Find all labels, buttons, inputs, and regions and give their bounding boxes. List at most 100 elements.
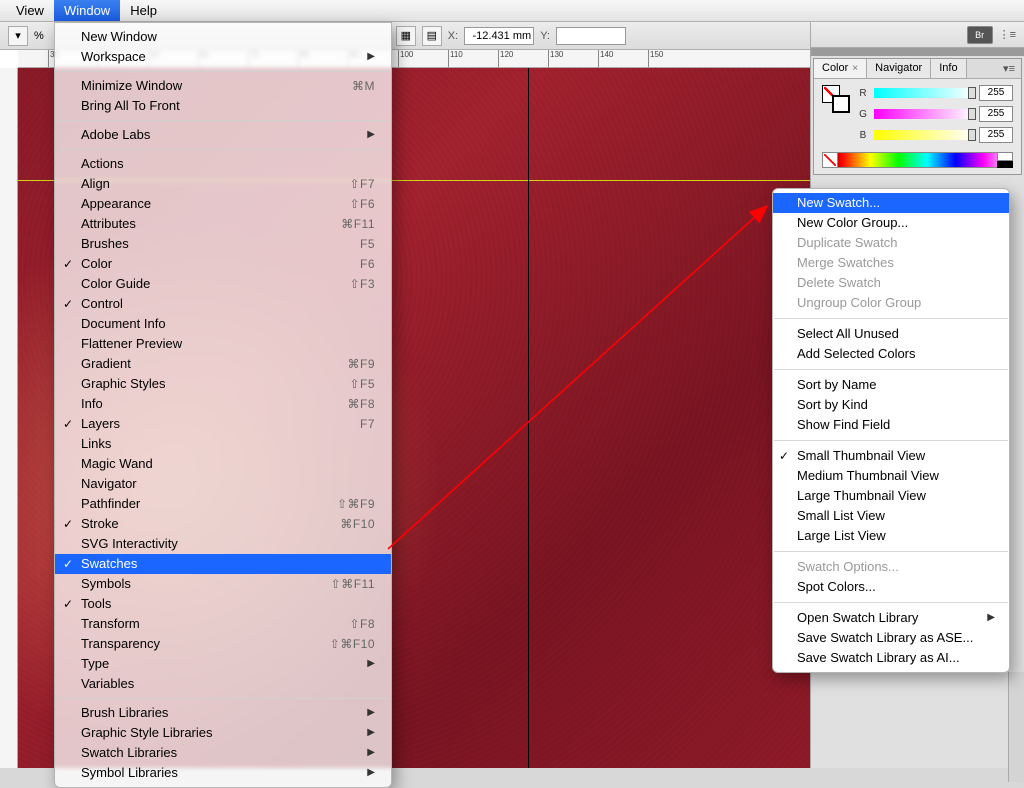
window-menu-item-graphic-styles[interactable]: Graphic Styles⇧F5: [55, 374, 391, 394]
submenu-arrow-icon: ▶: [367, 48, 375, 66]
window-menu-item-attributes[interactable]: Attributes⌘F11: [55, 214, 391, 234]
menu-item-label: Adobe Labs: [81, 126, 150, 144]
swatches-flyout-item-small-thumbnail-view[interactable]: ✓Small Thumbnail View: [773, 446, 1009, 466]
swatches-flyout-item-medium-thumbnail-view[interactable]: Medium Thumbnail View: [773, 466, 1009, 486]
menu-item-label: Ungroup Color Group: [797, 294, 921, 312]
window-menu-item-appearance[interactable]: Appearance⇧F6: [55, 194, 391, 214]
swatches-flyout-item-select-all-unused[interactable]: Select All Unused: [773, 324, 1009, 344]
swatches-flyout-item-small-list-view[interactable]: Small List View: [773, 506, 1009, 526]
menu-shortcut: ⇧F3: [349, 275, 375, 293]
close-icon[interactable]: ×: [852, 63, 858, 74]
slider-thumb[interactable]: [968, 108, 976, 120]
window-menu-item-transparency[interactable]: Transparency⇧⌘F10: [55, 634, 391, 654]
tab-info[interactable]: Info: [931, 59, 966, 78]
bw-swatch[interactable]: [997, 152, 1013, 168]
menu-item-label: Color Guide: [81, 275, 150, 293]
menu-help[interactable]: Help: [120, 0, 167, 21]
window-menu-item-graphic-style-libraries[interactable]: Graphic Style Libraries▶: [55, 723, 391, 743]
window-menu-item-color[interactable]: ✓ColorF6: [55, 254, 391, 274]
swatches-flyout-item-save-swatch-library-as-ai[interactable]: Save Swatch Library as AI...: [773, 648, 1009, 668]
window-menu-item-symbols[interactable]: Symbols⇧⌘F11: [55, 574, 391, 594]
window-menu-item-stroke[interactable]: ✓Stroke⌘F10: [55, 514, 391, 534]
window-menu-item-links[interactable]: Links: [55, 434, 391, 454]
window-menu-item-document-info[interactable]: Document Info: [55, 314, 391, 334]
swatches-flyout-item-spot-colors[interactable]: Spot Colors...: [773, 577, 1009, 597]
menu-shortcut: ⌘F11: [341, 215, 375, 233]
menu-item-label: Add Selected Colors: [797, 345, 916, 363]
window-menu-item-pathfinder[interactable]: Pathfinder⇧⌘F9: [55, 494, 391, 514]
window-menu-item-swatch-libraries[interactable]: Swatch Libraries▶: [55, 743, 391, 763]
slider-track[interactable]: [874, 109, 973, 119]
none-swatch-icon[interactable]: [822, 152, 838, 168]
window-menu-item-align[interactable]: Align⇧F7: [55, 174, 391, 194]
swatches-flyout-item-large-thumbnail-view[interactable]: Large Thumbnail View: [773, 486, 1009, 506]
y-input[interactable]: [556, 27, 626, 45]
window-menu-item-flattener-preview[interactable]: Flattener Preview: [55, 334, 391, 354]
guide-vertical[interactable]: [528, 68, 529, 768]
window-menu-item-new-window[interactable]: New Window: [55, 27, 391, 47]
swatches-flyout-item-delete-swatch: Delete Swatch: [773, 273, 1009, 293]
toolbar-button[interactable]: ▦: [396, 26, 416, 46]
window-menu-item-svg-interactivity[interactable]: SVG Interactivity: [55, 534, 391, 554]
menu-item-label: Show Find Field: [797, 416, 890, 434]
window-menu-item-variables[interactable]: Variables: [55, 674, 391, 694]
window-menu-item-minimize-window[interactable]: Minimize Window⌘M: [55, 76, 391, 96]
toolbar-button[interactable]: ▤: [422, 26, 442, 46]
slider-thumb[interactable]: [968, 87, 976, 99]
window-menu-item-navigator[interactable]: Navigator: [55, 474, 391, 494]
slider-track[interactable]: [874, 88, 973, 98]
window-menu-item-transform[interactable]: Transform⇧F8: [55, 614, 391, 634]
menu-item-label: Flattener Preview: [81, 335, 182, 353]
window-menu-item-type[interactable]: Type▶: [55, 654, 391, 674]
channel-value[interactable]: 255: [979, 85, 1013, 101]
slider-thumb[interactable]: [968, 129, 976, 141]
panel-menu-icon[interactable]: ▾≡: [997, 59, 1021, 78]
menu-separator: [774, 551, 1008, 552]
window-menu-item-adobe-labs[interactable]: Adobe Labs▶: [55, 125, 391, 145]
submenu-arrow-icon: ▶: [367, 724, 375, 742]
menu-view[interactable]: View: [6, 0, 54, 21]
window-menu-item-actions[interactable]: Actions: [55, 154, 391, 174]
swatches-flyout-item-large-list-view[interactable]: Large List View: [773, 526, 1009, 546]
tab-navigator[interactable]: Navigator: [867, 59, 931, 78]
x-input[interactable]: [464, 27, 534, 45]
swatches-flyout-item-new-color-group[interactable]: New Color Group...: [773, 213, 1009, 233]
menu-item-label: Type: [81, 655, 109, 673]
swatches-flyout-item-open-swatch-library[interactable]: Open Swatch Library▶: [773, 608, 1009, 628]
channel-label: B: [858, 130, 868, 141]
window-menu-item-swatches[interactable]: ✓Swatches: [55, 554, 391, 574]
tab-color[interactable]: Color×: [814, 59, 867, 78]
window-menu-item-tools[interactable]: ✓Tools: [55, 594, 391, 614]
window-menu-item-bring-all-to-front[interactable]: Bring All To Front: [55, 96, 391, 116]
window-menu-item-gradient[interactable]: Gradient⌘F9: [55, 354, 391, 374]
window-menu-item-control[interactable]: ✓Control: [55, 294, 391, 314]
window-menu-item-info[interactable]: Info⌘F8: [55, 394, 391, 414]
dock-menu-icon[interactable]: ⋮≡: [999, 28, 1016, 41]
window-menu-item-magic-wand[interactable]: Magic Wand: [55, 454, 391, 474]
window-menu-item-workspace[interactable]: Workspace▶: [55, 47, 391, 67]
window-menu-item-brush-libraries[interactable]: Brush Libraries▶: [55, 703, 391, 723]
window-menu-item-symbol-libraries[interactable]: Symbol Libraries▶: [55, 763, 391, 783]
swatches-flyout-item-show-find-field[interactable]: Show Find Field: [773, 415, 1009, 435]
swatches-flyout-item-sort-by-kind[interactable]: Sort by Kind: [773, 395, 1009, 415]
menu-item-label: Save Swatch Library as AI...: [797, 649, 960, 667]
channel-value[interactable]: 255: [979, 127, 1013, 143]
bridge-icon[interactable]: Br: [967, 26, 993, 44]
fill-stroke-control[interactable]: [822, 85, 850, 113]
color-spectrum[interactable]: [822, 152, 1013, 168]
window-menu-item-color-guide[interactable]: Color Guide ⇧F3: [55, 274, 391, 294]
collapsed-panel-handle[interactable]: [1008, 672, 1024, 782]
menu-item-label: Swatch Options...: [797, 558, 899, 576]
slider-track[interactable]: [874, 130, 973, 140]
swatches-flyout-item-sort-by-name[interactable]: Sort by Name: [773, 375, 1009, 395]
menu-window[interactable]: Window: [54, 0, 120, 21]
window-menu-item-layers[interactable]: ✓LayersF7: [55, 414, 391, 434]
swatches-flyout-item-new-swatch[interactable]: New Swatch...: [773, 193, 1009, 213]
menu-item-label: Symbol Libraries: [81, 764, 178, 782]
window-menu-item-brushes[interactable]: BrushesF5: [55, 234, 391, 254]
swatches-flyout-item-save-swatch-library-as-ase[interactable]: Save Swatch Library as ASE...: [773, 628, 1009, 648]
swatches-flyout-item-merge-swatches: Merge Swatches: [773, 253, 1009, 273]
dropdown-indicator-icon[interactable]: ▾: [8, 26, 28, 46]
swatches-flyout-item-add-selected-colors[interactable]: Add Selected Colors: [773, 344, 1009, 364]
channel-value[interactable]: 255: [979, 106, 1013, 122]
